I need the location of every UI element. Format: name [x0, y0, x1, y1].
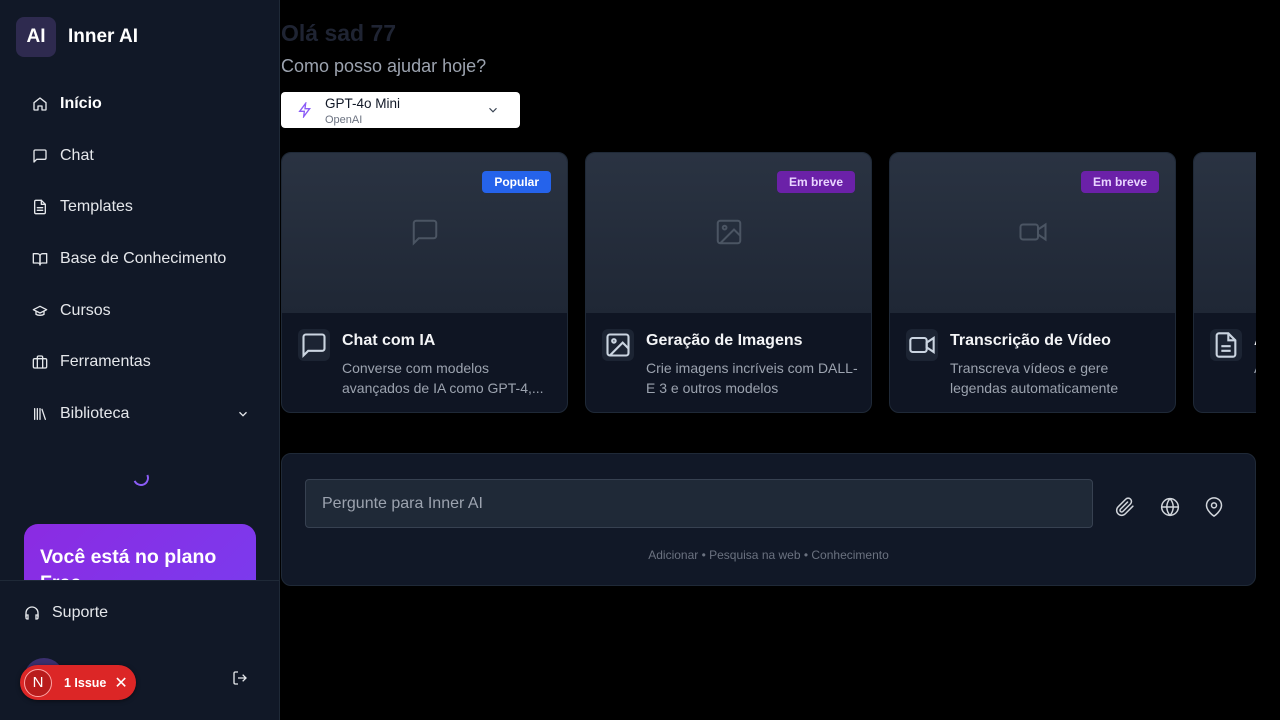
sidebar-divider: [0, 580, 280, 581]
chevron-down-icon: [486, 103, 500, 117]
logout-icon[interactable]: [232, 670, 248, 686]
card-preview: Em breve: [586, 153, 871, 313]
card-description: A: [1254, 358, 1256, 378]
card-title: Geração de Imagens: [646, 332, 803, 349]
coming-soon-badge: Em breve: [776, 171, 855, 193]
briefcase-icon: [32, 354, 48, 370]
chat-composer: Adicionar • Pesquisa na web • Conhecimen…: [281, 453, 1256, 586]
feature-cards: Popular Chat com IA Converse com modelos…: [281, 152, 1256, 414]
plan-text: Você está no plano Free: [40, 546, 217, 580]
file-text-icon: [32, 199, 48, 215]
headphones-icon: [25, 606, 39, 620]
document-icon: [1210, 329, 1242, 361]
image-icon: [602, 329, 634, 361]
coming-soon-badge: Em breve: [1080, 171, 1159, 193]
card-title: Transcrição de Vídeo: [950, 332, 1111, 349]
composer-hint: Adicionar • Pesquisa na web • Conhecimen…: [648, 548, 889, 562]
sidebar-item-templates[interactable]: Templates: [16, 181, 264, 233]
brand-name: Inner AI: [68, 26, 139, 47]
support-label: Suporte: [52, 604, 109, 621]
sidebar-item-base-conhecimento[interactable]: Base de Conhecimento: [16, 233, 264, 285]
prompt-input[interactable]: [305, 479, 1093, 528]
sidebar-item-label: Início: [60, 94, 102, 112]
card-chat-ia[interactable]: Popular Chat com IA Converse com modelos…: [281, 152, 568, 413]
close-icon[interactable]: ✕: [114, 673, 127, 693]
sidebar-item-ferramentas[interactable]: Ferramentas: [16, 336, 264, 388]
card-description: Transcreva vídeos e gere legendas automa…: [950, 360, 1119, 396]
graduation-cap-icon: [32, 303, 48, 319]
card-partial[interactable]: A A: [1193, 152, 1256, 413]
issue-count: 1 Issue: [64, 675, 107, 690]
card-title: A: [1254, 332, 1256, 350]
sidebar-item-chat[interactable]: Chat: [16, 130, 264, 182]
page-subtitle: Como posso ajudar hoje?: [281, 56, 487, 76]
sidebar-item-label: Biblioteca: [60, 404, 130, 422]
sidebar-item-label: Cursos: [60, 301, 111, 319]
card-geracao-imagens[interactable]: Em breve Geração de Imagens Crie imagens…: [585, 152, 872, 413]
nextjs-logo-icon: N: [24, 668, 52, 697]
sidebar-item-label: Chat: [60, 146, 94, 164]
brand[interactable]: AI Inner AI: [16, 17, 138, 57]
model-selector[interactable]: GPT-4o Mini OpenAI: [281, 92, 520, 128]
bolt-icon: [297, 100, 313, 120]
card-preview: Popular: [282, 153, 567, 313]
sidebar-item-biblioteca[interactable]: Biblioteca: [16, 388, 264, 440]
sidebar-item-inicio[interactable]: Início: [16, 78, 264, 130]
library-icon: [32, 406, 48, 422]
model-provider: OpenAI: [325, 114, 363, 126]
issues-badge[interactable]: N 1 Issue ✕: [20, 665, 136, 700]
message-icon: [32, 148, 48, 164]
sidebar-item-label: Base de Conhecimento: [60, 249, 227, 267]
card-preview: [1194, 153, 1256, 313]
home-icon: [32, 96, 48, 112]
sidebar: AI Inner AI Início Chat Templates Base d…: [0, 0, 280, 720]
brand-logo: AI: [16, 17, 56, 57]
chevron-down-icon[interactable]: [236, 407, 250, 421]
sidebar-nav: Início Chat Templates Base de Conhecimen…: [16, 78, 264, 440]
support-link[interactable]: Suporte: [24, 604, 108, 622]
model-name: GPT-4o Mini: [325, 96, 401, 111]
loading-spinner-icon: [130, 467, 152, 489]
image-icon: [714, 217, 744, 247]
video-icon: [906, 329, 938, 361]
card-title: Chat com IA: [342, 332, 436, 349]
book-open-icon: [32, 251, 48, 267]
plan-card[interactable]: Você está no plano Free: [24, 524, 256, 580]
sidebar-item-cursos[interactable]: Cursos: [16, 285, 264, 337]
sidebar-item-label: Templates: [60, 198, 133, 216]
card-description: Crie imagens incríveis com DALL-E 3 e ou…: [646, 360, 858, 396]
card-description: Converse com modelos avançados de IA com…: [342, 360, 544, 396]
message-square-icon: [410, 217, 440, 247]
globe-icon[interactable]: [1160, 497, 1180, 517]
message-square-icon: [298, 329, 330, 361]
page-title: Olá sad 77: [281, 20, 397, 46]
popular-badge: Popular: [482, 171, 551, 193]
map-pin-icon[interactable]: [1204, 497, 1224, 517]
card-preview: Em breve: [890, 153, 1175, 313]
paperclip-icon[interactable]: [1115, 497, 1135, 517]
card-transcricao-video[interactable]: Em breve Transcrição de Vídeo Transcreva…: [889, 152, 1176, 413]
sidebar-item-label: Ferramentas: [60, 353, 151, 371]
video-icon: [1018, 217, 1048, 247]
